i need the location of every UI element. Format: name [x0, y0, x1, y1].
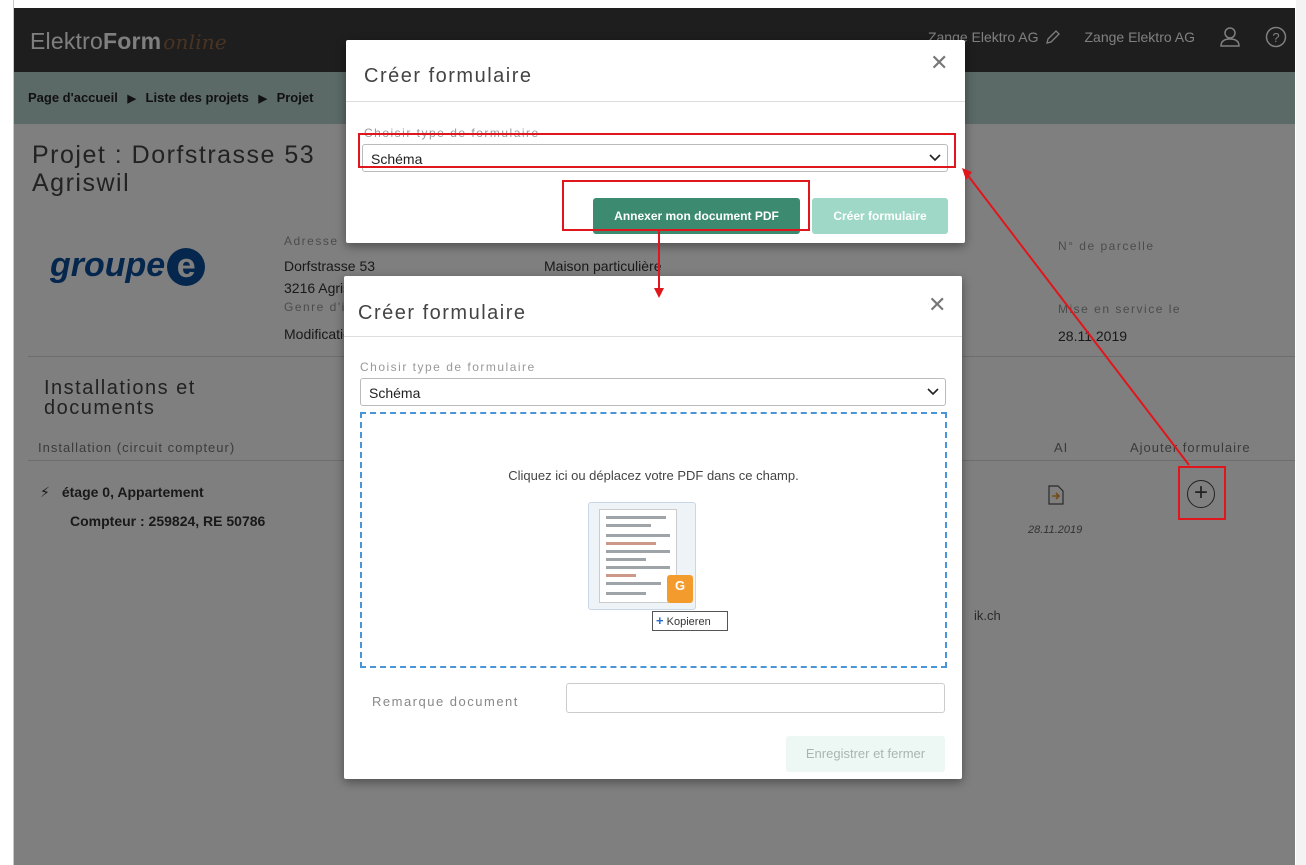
arrow-head	[654, 288, 664, 298]
app-page: ElektroFormonline Zange Elektro AG Zange…	[14, 8, 1295, 865]
window-left-border	[0, 0, 14, 865]
arrow-line	[965, 172, 1190, 466]
annotation-arrows	[654, 168, 1190, 466]
scrollbar[interactable]	[1296, 0, 1306, 865]
